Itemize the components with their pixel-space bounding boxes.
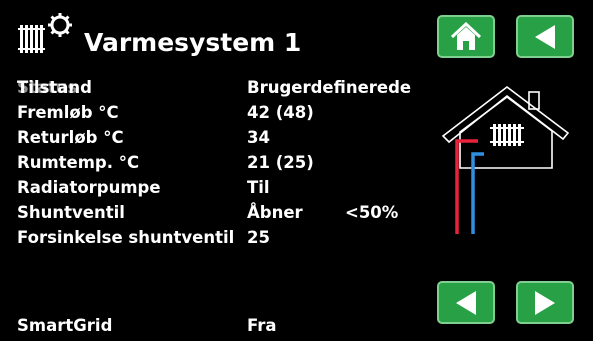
row-label: Shuntventil [17, 203, 125, 222]
row-label: Radiatorpumpe [17, 178, 161, 197]
next-button[interactable] [516, 281, 574, 324]
row-value: Til [247, 178, 270, 197]
row-label: Returløb °C [17, 128, 124, 147]
page-title: Varmesystem 1 [84, 28, 302, 57]
radiator-settings-icon [18, 13, 72, 53]
row-label: SmartGrid [17, 316, 113, 335]
row-value: Brugerdefinerede [247, 78, 412, 97]
row-value: 42 (48) [247, 103, 314, 122]
row-label: Forsinkelse shuntventil [17, 228, 235, 247]
back-arrow-icon [535, 24, 555, 49]
previous-button[interactable] [437, 281, 495, 324]
return-pipe [471, 152, 484, 234]
row-value: Åbner [247, 203, 303, 222]
house-diagram [441, 85, 570, 234]
right-arrow-icon [535, 290, 555, 315]
left-arrow-icon [456, 290, 476, 315]
row-smartgrid: SmartGrid Fra [17, 316, 317, 341]
row-value: Fra [247, 316, 277, 335]
row-value: 25 [247, 228, 270, 247]
home-icon [450, 21, 482, 50]
back-button[interactable] [516, 15, 574, 58]
row-value: 21 (25) [247, 153, 314, 172]
row-extra: <50% [345, 203, 399, 222]
row-label: Fremløb °C [17, 103, 119, 122]
row-label: Tilstand [17, 78, 92, 97]
radiator-icon [490, 124, 524, 146]
row-value: 34 [247, 128, 270, 147]
home-button[interactable] [437, 15, 495, 58]
row-label: Rumtemp. °C [17, 153, 140, 172]
